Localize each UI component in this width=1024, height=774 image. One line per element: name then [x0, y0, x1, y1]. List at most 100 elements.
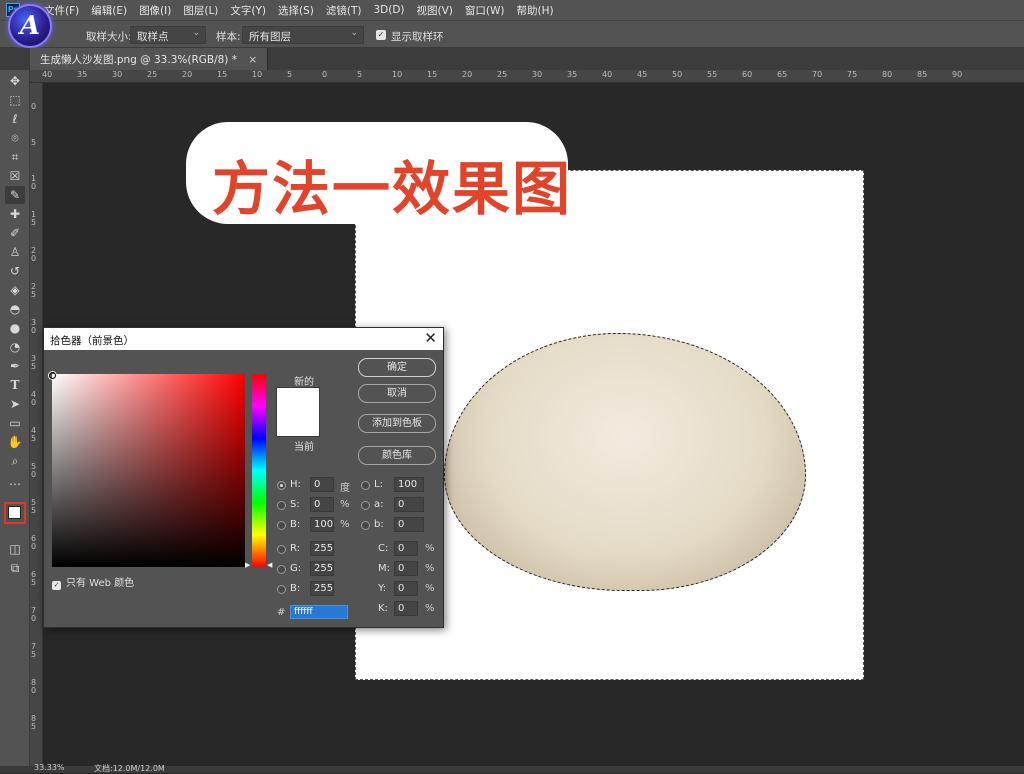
web-colors-only-label: 只有 Web 颜色	[66, 578, 135, 589]
menu-select[interactable]: 选择(S)	[278, 3, 314, 18]
sample-select[interactable]: 所有图层 ⌄	[242, 26, 364, 44]
yellow-input[interactable]: 0	[394, 581, 418, 596]
ruler-tick-label: 20	[462, 70, 473, 79]
path-select-icon[interactable]: ➤	[5, 395, 25, 413]
ruler-tick-label: 70	[812, 70, 823, 79]
web-colors-only-checkbox[interactable]: ✓ 只有 Web 颜色	[52, 574, 134, 590]
radio-green[interactable]	[277, 565, 286, 574]
color-picker-titlebar[interactable]: 拾色器（前景色） ✕	[44, 328, 443, 350]
saturation-label: S:	[290, 499, 300, 510]
ruler-tick-label: 35	[567, 70, 578, 79]
ruler-tick-label: 80	[882, 70, 893, 79]
dodge-tool-icon[interactable]: ◔	[5, 338, 25, 356]
show-ring-label: 显示取样环	[391, 31, 444, 43]
saturation-input[interactable]: 0	[310, 497, 334, 512]
close-icon[interactable]: ✕	[424, 329, 437, 347]
radio-lab-b[interactable]	[361, 521, 370, 530]
show-ring-checkbox[interactable]: ✓	[376, 30, 386, 40]
hand-tool-icon[interactable]: ✋	[5, 433, 25, 451]
options-bar: 取样大小: 取样点 ⌄ 样本: 所有图层 ⌄ ✓ 显示取样环	[0, 20, 1024, 48]
brightness-input[interactable]: 100	[310, 517, 334, 532]
hue-slider-left-arrow-icon[interactable]: ▶	[245, 561, 250, 569]
marquee-tool-icon[interactable]: ⬚	[5, 91, 25, 109]
menu-edit[interactable]: 编辑(E)	[91, 3, 127, 18]
black-input[interactable]: 0	[394, 601, 418, 616]
ruler-tick-label: 4 5	[31, 426, 37, 443]
ruler-tick-label: 7 5	[31, 642, 37, 659]
crop-tool-icon[interactable]: ⌗	[5, 148, 25, 166]
type-tool-icon[interactable]: T	[5, 376, 25, 394]
menu-window[interactable]: 窗口(W)	[465, 3, 505, 18]
black-unit: %	[425, 603, 435, 614]
lab-b-input[interactable]: 0	[394, 517, 424, 532]
sample-value: 所有图层	[249, 31, 291, 43]
move-tool-icon[interactable]: ✥	[5, 72, 25, 90]
rectangle-tool-icon[interactable]: ▭	[5, 414, 25, 432]
document-tab[interactable]: 生成懒人沙发图.png @ 33.3%(RGB/8) * ×	[30, 48, 269, 70]
hue-slider[interactable]	[252, 374, 266, 567]
lab-l-input[interactable]: 100	[394, 477, 424, 492]
radio-hue[interactable]	[277, 481, 286, 490]
menu-view[interactable]: 视图(V)	[417, 3, 453, 18]
red-input[interactable]: 255	[310, 541, 334, 556]
healing-brush-icon[interactable]: ✚	[5, 205, 25, 223]
screen-mode-icon[interactable]: ⧉	[5, 559, 25, 577]
sample-size-select[interactable]: 取样点 ⌄	[130, 26, 206, 44]
menu-help[interactable]: 帮助(H)	[517, 3, 554, 18]
menu-layer[interactable]: 图层(L)	[183, 3, 218, 18]
ruler-tick-label: 30	[112, 70, 123, 79]
blue-input[interactable]: 255	[310, 581, 334, 596]
cyan-input[interactable]: 0	[394, 541, 418, 556]
color-library-button[interactable]: 颜色库	[358, 446, 436, 465]
menu-3d[interactable]: 3D(D)	[373, 4, 404, 16]
radio-blue[interactable]	[277, 585, 286, 594]
frame-tool-icon[interactable]: ☒	[5, 167, 25, 185]
hue-slider-right-arrow-icon[interactable]: ◀	[267, 561, 272, 569]
green-input[interactable]: 255	[310, 561, 334, 576]
menu-type[interactable]: 文字(Y)	[230, 3, 266, 18]
add-to-swatches-button[interactable]: 添加到色板	[358, 414, 436, 433]
saturation-brightness-field[interactable]	[52, 374, 245, 567]
hex-color-input[interactable]: ffffff	[290, 605, 348, 619]
ruler-tick-label: 8 0	[31, 678, 37, 695]
blur-tool-icon[interactable]: ●	[5, 319, 25, 337]
color-cursor-icon[interactable]	[49, 372, 56, 379]
radio-lightness[interactable]	[361, 481, 370, 490]
ruler-tick-label: 50	[672, 70, 683, 79]
radio-red[interactable]	[277, 545, 286, 554]
brush-tool-icon[interactable]: ✐	[5, 224, 25, 242]
foreground-color-swatch[interactable]	[4, 502, 26, 524]
zoom-level[interactable]: 33.33%	[34, 763, 65, 772]
ruler-tick-label: 5	[31, 138, 37, 147]
menu-image[interactable]: 图像(I)	[139, 3, 171, 18]
menu-filter[interactable]: 滤镜(T)	[326, 3, 362, 18]
quick-select-tool-icon[interactable]: ⌾	[5, 129, 25, 147]
close-icon[interactable]: ×	[248, 54, 257, 66]
eraser-tool-icon[interactable]: ◈	[5, 281, 25, 299]
history-brush-icon[interactable]: ↺	[5, 262, 25, 280]
ok-button[interactable]: 确定	[358, 358, 436, 377]
lab-b-label: b:	[374, 519, 384, 530]
cancel-button[interactable]: 取消	[358, 384, 436, 403]
zoom-tool-icon[interactable]: ⌕	[5, 452, 25, 470]
ruler-tick-label: 3 0	[31, 318, 37, 335]
paint-bucket-icon[interactable]: ◓	[5, 300, 25, 318]
ruler-tick-label: 25	[497, 70, 508, 79]
radio-saturation[interactable]	[277, 501, 286, 510]
black-label: K:	[378, 603, 388, 614]
sample-label: 样本:	[216, 31, 241, 43]
radio-lab-a[interactable]	[361, 501, 370, 510]
magenta-input[interactable]: 0	[394, 561, 418, 576]
more-tools-icon[interactable]: ⋯	[5, 475, 25, 493]
lab-a-input[interactable]: 0	[394, 497, 424, 512]
stamp-tool-icon[interactable]: ♙	[5, 243, 25, 261]
lab-a-label: a:	[374, 499, 384, 510]
brightness-label: B:	[290, 519, 301, 530]
pen-tool-icon[interactable]: ✒	[5, 357, 25, 375]
eyedropper-tool-icon[interactable]: ✎	[5, 186, 25, 204]
lasso-tool-icon[interactable]: ℓ	[5, 110, 25, 128]
radio-brightness[interactable]	[277, 521, 286, 530]
sample-size-value: 取样点	[137, 31, 169, 43]
hue-input[interactable]: 0	[310, 477, 334, 492]
quick-mask-icon[interactable]: ◫	[5, 540, 25, 558]
